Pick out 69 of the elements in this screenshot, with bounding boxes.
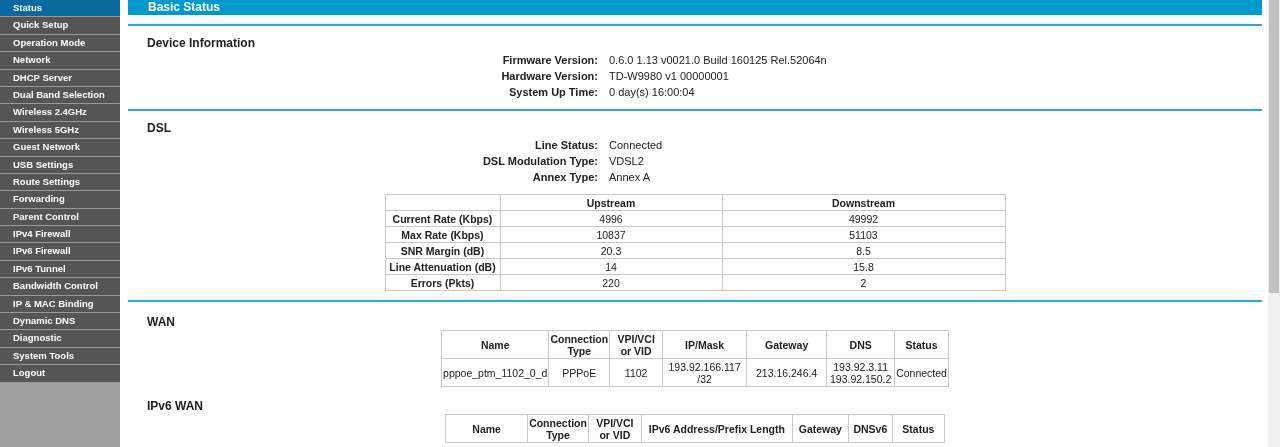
sidebar-item[interactable]: Dynamic DNS bbox=[0, 313, 120, 331]
section-title: DSL bbox=[146, 120, 172, 136]
table-cell: 193.92.3.11 193.92.150.2 bbox=[826, 358, 895, 387]
page-title: Basic Status bbox=[128, 0, 1262, 15]
sidebar-item[interactable]: Quick Setup bbox=[0, 17, 120, 35]
sidebar-item[interactable]: IPv4 Firewall bbox=[0, 226, 120, 244]
field-label: DSL Modulation Type: bbox=[481, 154, 598, 169]
field-value: Connected bbox=[609, 138, 664, 153]
column-header: Status bbox=[892, 414, 945, 443]
table-cell: 10837 bbox=[500, 226, 722, 243]
column-header: Upstream bbox=[500, 194, 722, 211]
row-header: Current Rate (Kbps) bbox=[385, 210, 500, 227]
field-label: Firmware Version: bbox=[501, 53, 598, 68]
column-header: DNSv6 bbox=[848, 414, 893, 443]
column-header: DNS bbox=[826, 330, 895, 359]
sidebar-item[interactable]: Diagnostic bbox=[0, 330, 120, 348]
sidebar-item[interactable]: Wireless 2.4GHz bbox=[0, 104, 120, 122]
sidebar-item[interactable]: Network bbox=[0, 52, 120, 70]
field-value: 0 day(s) 16:00:04 bbox=[609, 85, 696, 100]
table-cell: 20.3 bbox=[500, 242, 722, 259]
scrollbar-track[interactable] bbox=[1268, 0, 1280, 447]
field-value: VDSL2 bbox=[609, 154, 645, 169]
sidebar-item[interactable]: Logout bbox=[0, 365, 120, 383]
section-title: IPv6 WAN bbox=[146, 398, 204, 414]
field-label: Annex Type: bbox=[531, 170, 598, 185]
field-label: Line Status: bbox=[534, 138, 598, 153]
field-label: Hardware Version: bbox=[500, 69, 598, 84]
table-cell: 14 bbox=[500, 258, 722, 275]
table-cell: 8.5 bbox=[722, 242, 1005, 259]
column-header: Gateway bbox=[792, 414, 849, 443]
sidebar-item[interactable]: Status bbox=[0, 0, 120, 18]
column-header: VPI/VCI or VID bbox=[588, 414, 642, 443]
column-header: IP/Mask bbox=[662, 330, 747, 359]
table-cell: 2 bbox=[722, 274, 1005, 291]
column-header: Gateway bbox=[746, 330, 827, 359]
column-header: Connection Type bbox=[527, 414, 589, 443]
table-cell: 15.8 bbox=[722, 258, 1005, 275]
column-header: Connection Type bbox=[548, 330, 610, 359]
section-title: WAN bbox=[146, 314, 176, 330]
field-value: Annex A bbox=[609, 170, 651, 185]
table-cell: 4996 bbox=[500, 210, 722, 227]
table-cell: 51103 bbox=[722, 226, 1005, 243]
column-header: Name bbox=[445, 414, 528, 443]
scrollbar-thumb[interactable] bbox=[1269, 0, 1279, 293]
sidebar-item[interactable]: Guest Network bbox=[0, 139, 120, 157]
row-header: Max Rate (Kbps) bbox=[385, 226, 500, 243]
column-header: IPv6 Address/Prefix Length bbox=[641, 414, 793, 443]
table-cell: 49992 bbox=[722, 210, 1005, 227]
row-header: Line Attenuation (dB) bbox=[385, 258, 500, 275]
sidebar-item[interactable]: Forwarding bbox=[0, 191, 120, 209]
field-value: 0.6.0 1.13 v0021.0 Build 160125 Rel.52064n bbox=[609, 53, 828, 68]
column-header: Status bbox=[894, 330, 949, 359]
row-header: SNR Margin (dB) bbox=[385, 242, 500, 259]
field-value: TD-W9980 v1 00000001 bbox=[609, 69, 730, 84]
field-label: System Up Time: bbox=[507, 85, 598, 100]
table-cell: 1102 bbox=[609, 358, 663, 387]
row-header: Errors (Pkts) bbox=[385, 274, 500, 291]
column-header: VPI/VCI or VID bbox=[609, 330, 663, 359]
table-cell: 220 bbox=[500, 274, 722, 291]
column-header: Name bbox=[441, 330, 549, 359]
table-cell: 193.92.166.117 /32 bbox=[662, 358, 747, 387]
table-cell: pppoe_ptm_1102_0_d bbox=[441, 358, 549, 387]
sidebar-item[interactable]: Bandwidth Control bbox=[0, 278, 120, 296]
table-cell: PPPoE bbox=[548, 358, 610, 387]
sidebar-item[interactable]: IPv6 Firewall bbox=[0, 243, 120, 261]
section-title: Device Information bbox=[146, 35, 257, 51]
table-cell: 213.16.246.4 bbox=[746, 358, 827, 387]
table-cell: Connected bbox=[894, 358, 949, 387]
column-header: Downstream bbox=[722, 194, 1005, 211]
